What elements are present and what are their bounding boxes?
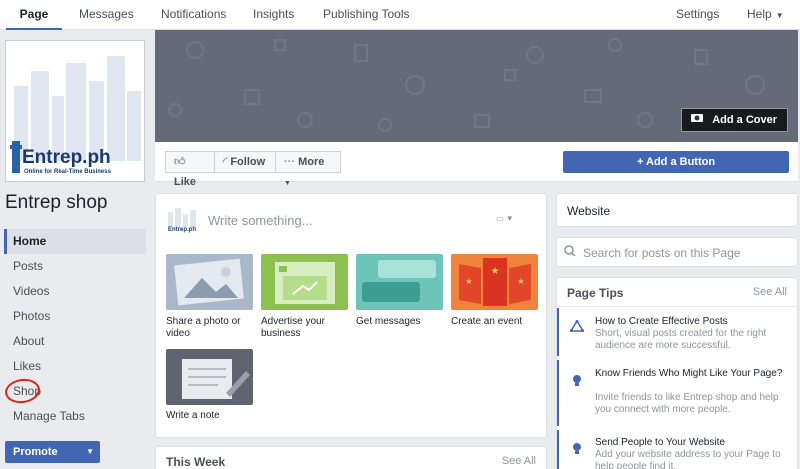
add-cover-button[interactable]: Add a Cover <box>681 108 788 132</box>
chat-bubbles-icon <box>362 260 436 302</box>
profile-picture[interactable]: Entrep.ph Online for Real-Time Business <box>5 40 145 182</box>
tip-item[interactable]: Know Friends Who Might Like Your Page? I… <box>557 360 797 426</box>
tip-title: Send People to Your Website <box>595 437 725 448</box>
get-messages-tile[interactable] <box>356 254 443 310</box>
globe-icon: ▭ <box>496 214 504 223</box>
tab-insights[interactable]: Insights <box>253 0 294 30</box>
event-flags-icon: ★ ★ ★ <box>459 258 531 306</box>
write-something-input[interactable]: Write something... <box>208 213 313 228</box>
tip-item[interactable]: Send People to Your Website Add your web… <box>557 430 797 469</box>
like-label: Like <box>174 176 197 188</box>
caret-down-icon: ▼ <box>86 447 94 456</box>
sidebar-item-likes[interactable]: Likes <box>4 354 146 379</box>
tip-body: Invite friends to like Entrep shop and h… <box>595 392 779 415</box>
lightbulb-icon <box>571 442 583 459</box>
svg-text:★: ★ <box>465 277 472 286</box>
write-note-label: Write a note <box>166 410 220 421</box>
tab-page[interactable]: Page <box>6 0 62 30</box>
follow-button[interactable]: ◜ Follow <box>214 151 276 173</box>
divider <box>557 306 797 307</box>
svg-text:★: ★ <box>491 266 500 277</box>
avatar-logo-text: Entrep.ph <box>168 227 196 233</box>
tip-body: Add your website address to your Page to… <box>595 449 781 469</box>
more-label: More <box>298 156 325 168</box>
caret-down-icon: ▼ <box>284 180 291 187</box>
audience-selector[interactable]: ▭ ▼ <box>496 214 522 228</box>
cover-photo: Add a Cover <box>155 30 798 142</box>
page-search[interactable]: Search for posts on this Page <box>556 237 798 267</box>
note-icon <box>182 359 250 399</box>
caret-down-icon: ▼ <box>505 214 514 223</box>
ellipsis-icon: ··· <box>284 156 295 168</box>
website-label: Website <box>567 204 611 218</box>
this-week-title: This Week <box>166 455 226 469</box>
tip-title: How to Create Effective Posts <box>595 316 728 327</box>
share-photo-tile[interactable] <box>166 254 253 310</box>
settings-link[interactable]: Settings <box>676 0 719 30</box>
this-week-see-all[interactable]: See All <box>502 455 536 467</box>
svg-text:★: ★ <box>517 277 524 286</box>
tab-publishing-tools[interactable]: Publishing Tools <box>323 0 410 30</box>
page-tips-see-all[interactable]: See All <box>753 286 787 298</box>
advertise-icon <box>275 262 335 304</box>
triangle-network-icon <box>569 319 585 335</box>
sidebar-item-about[interactable]: About <box>4 329 146 354</box>
composer-avatar: Entrep.ph <box>166 206 198 236</box>
sidebar-item-home[interactable]: Home <box>4 229 146 254</box>
help-menu[interactable]: Help ▼ <box>747 0 784 30</box>
share-photo-label: Share a photo or video <box>166 316 241 339</box>
tab-messages[interactable]: Messages <box>79 0 134 30</box>
help-label: Help <box>747 7 772 21</box>
tip-title: Know Friends Who Might Like Your Page? <box>595 368 783 379</box>
page-tips-title: Page Tips <box>567 286 624 300</box>
create-event-label: Create an event <box>451 316 523 327</box>
top-navigation: Page Messages Notifications Insights Pub… <box>0 0 800 30</box>
promote-label: Promote <box>13 446 58 458</box>
search-icon <box>564 245 576 260</box>
photo-icon <box>174 258 244 306</box>
sidebar-item-photos[interactable]: Photos <box>4 304 146 329</box>
follow-label: Follow <box>230 156 266 168</box>
logo-tagline: Online for Real-Time Business <box>24 169 111 175</box>
caret-down-icon: ▼ <box>775 11 784 20</box>
page-title: Entrep shop <box>5 192 108 213</box>
promote-button[interactable]: Promote ▼ <box>5 441 100 463</box>
get-messages-label: Get messages <box>356 316 421 327</box>
lightbulb-icon <box>571 374 583 391</box>
sidebar-item-videos[interactable]: Videos <box>4 279 146 304</box>
tab-notifications[interactable]: Notifications <box>161 0 226 30</box>
tip-item[interactable]: How to Create Effective Posts Short, vis… <box>557 308 797 356</box>
post-composer: Entrep.ph Write something... ▭ ▼ Share a… <box>155 193 547 438</box>
add-cover-label: Add a Cover <box>712 114 777 126</box>
advertise-tile[interactable] <box>261 254 348 310</box>
page-tips-card: Page Tips See All How to Create Effectiv… <box>556 277 798 469</box>
thumbs-up-icon: 👍︎ <box>174 156 186 168</box>
logo-text: Entrep.ph <box>22 147 111 168</box>
rss-icon: ◜ <box>223 156 228 168</box>
this-week-card: This Week See All <box>155 446 547 469</box>
advertise-label: Advertise your business <box>261 316 325 339</box>
page-action-bar: 👍︎ Like ◜ Follow ··· More ▼ + Add a Butt… <box>155 142 798 188</box>
add-a-button[interactable]: + Add a Button <box>563 151 789 173</box>
tip-body: Short, visual posts created for the righ… <box>595 328 767 351</box>
more-button[interactable]: ··· More ▼ <box>275 151 341 187</box>
sidebar-item-posts[interactable]: Posts <box>4 254 146 279</box>
search-input[interactable]: Search for posts on this Page <box>583 246 740 260</box>
website-card[interactable]: Website <box>556 193 798 227</box>
like-button[interactable]: 👍︎ Like <box>165 151 215 188</box>
create-event-tile[interactable]: ★ ★ ★ <box>451 254 538 310</box>
camera-icon <box>690 109 704 131</box>
sidebar-item-manage-tabs[interactable]: Manage Tabs <box>4 404 146 429</box>
write-note-tile[interactable] <box>166 349 253 405</box>
